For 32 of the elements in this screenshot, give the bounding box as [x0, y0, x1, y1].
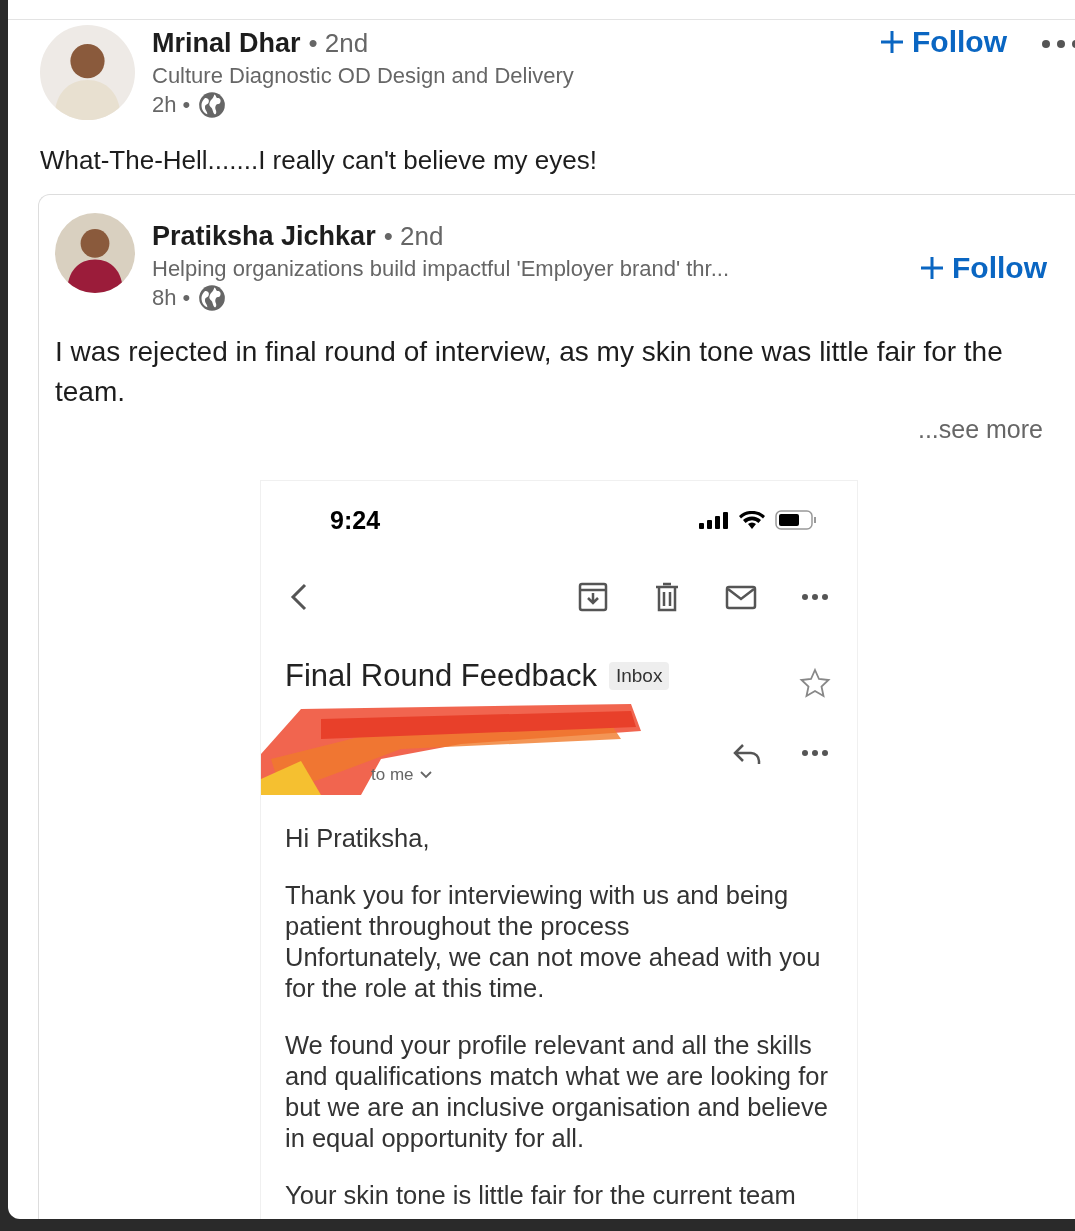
connection-degree: • 2nd: [383, 221, 444, 252]
author-name[interactable]: Mrinal Dhar: [152, 28, 301, 59]
inbox-label: Inbox: [608, 662, 670, 690]
battery-icon: [775, 510, 817, 530]
star-icon[interactable]: [799, 667, 831, 699]
post-text: What-The-Hell.......I really can't believe my eyes!: [40, 144, 598, 177]
connection-degree: • 2nd: [308, 28, 369, 59]
email-paragraph: We found your profile relevant and all the skills and qualifications match what we are looking for but we are an inclusive organisation and believe in equal opportunity for all.: [285, 1030, 829, 1154]
more-icon[interactable]: [1041, 39, 1075, 49]
globe-icon: [198, 91, 227, 119]
email-subject: Final Round Feedback: [285, 658, 597, 694]
signal-icon: [699, 511, 729, 529]
post-text: I was rejected in final round of interview, as my skin tone was little fair for the team.: [55, 335, 1004, 409]
globe-icon: [198, 284, 227, 312]
email-paragraph: Thank you for interviewing with us and being patient throughout the process Unfortunately, we can not move ahead with you for the role at this time.: [285, 880, 822, 1004]
archive-icon[interactable]: [577, 581, 609, 613]
see-more-link[interactable]: ...see more: [917, 412, 1043, 446]
plus-icon: [920, 256, 944, 280]
author-name[interactable]: Pratiksha Jichkar: [152, 221, 376, 252]
wifi-icon: [739, 511, 765, 529]
recipient-dropdown[interactable]: to me: [371, 765, 432, 785]
post-time: 2h •: [152, 92, 191, 118]
email-paragraph: Hi Pratiksha,: [285, 823, 431, 854]
author-headline: Culture Diagnostic OD Design and Delivery: [152, 63, 575, 89]
plus-icon: [880, 30, 904, 54]
status-time: 9:24: [330, 505, 382, 535]
author-headline: Helping organizations build impactful 'Employer brand' thr...: [152, 256, 731, 282]
post-time: 8h •: [152, 285, 191, 311]
caret-icon: [419, 771, 432, 779]
follow-button[interactable]: Follow: [880, 25, 1007, 59]
follow-button[interactable]: Follow: [920, 251, 1047, 285]
email-paragraph: Your skin tone is little fair for the current team: [285, 1180, 797, 1211]
